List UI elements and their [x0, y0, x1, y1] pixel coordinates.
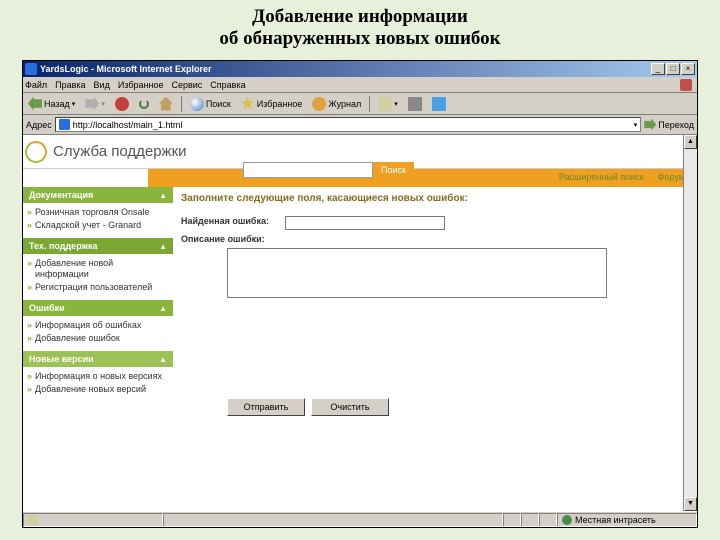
header-strip: Поиск Расширенный поиск Форум [23, 169, 697, 187]
sidebar-item[interactable]: »Информация об ошибках [27, 319, 169, 332]
chevron-up-icon: ▲ [159, 242, 167, 251]
print-button[interactable] [405, 96, 425, 112]
sidebar-header-docs[interactable]: Документация▲ [23, 187, 173, 203]
stop-button[interactable] [112, 96, 132, 112]
vertical-scrollbar[interactable]: ▲ ▼ [683, 135, 697, 511]
description-textarea[interactable] [227, 248, 607, 298]
back-arrow-icon [28, 97, 42, 111]
chevron-up-icon: ▲ [159, 304, 167, 313]
brand-icon [680, 79, 692, 91]
search-button[interactable]: Поиск [187, 96, 234, 112]
chevron-up-icon: ▲ [159, 355, 167, 364]
maximize-button[interactable]: □ [666, 63, 680, 75]
mail-button[interactable]: ▾ [375, 96, 401, 112]
sidebar-item[interactable]: »Информация о новых версиях [27, 370, 169, 383]
page-title: Служба поддержки [53, 143, 187, 160]
menu-file[interactable]: Файл [25, 80, 47, 90]
refresh-button[interactable] [136, 98, 152, 110]
status-bar: Местная интрасеть [23, 511, 697, 527]
address-label: Адрес [26, 120, 52, 130]
advanced-search-link[interactable]: Расширенный поиск [559, 172, 644, 182]
menu-view[interactable]: Вид [94, 80, 110, 90]
forward-button[interactable]: ▾ [82, 96, 108, 112]
submit-button[interactable]: Отправить [227, 398, 305, 416]
print-icon [408, 97, 422, 111]
refresh-icon [139, 99, 149, 109]
star-icon [241, 97, 255, 111]
menu-help[interactable]: Справка [210, 80, 245, 90]
status-page-icon [28, 515, 38, 525]
edit-button[interactable] [429, 96, 449, 112]
ie-icon [25, 63, 37, 75]
found-error-label: Найденная ошибка: [181, 216, 281, 226]
sidebar-item[interactable]: »Добавление новой информации [27, 257, 169, 281]
minimize-button[interactable]: _ [651, 63, 665, 75]
forward-arrow-icon [85, 97, 99, 111]
found-error-input[interactable] [285, 216, 445, 230]
close-button[interactable]: × [681, 63, 695, 75]
sidebar-item[interactable]: »Регистрация пользователей [27, 281, 169, 294]
zone-label: Местная интрасеть [575, 515, 656, 525]
sidebar-item[interactable]: »Складской учет - Granard [27, 219, 169, 232]
favorites-button[interactable]: Избранное [238, 96, 306, 112]
search-submit-button[interactable]: Поиск [373, 162, 414, 178]
sidebar-header-support[interactable]: Тех. поддержка▲ [23, 238, 173, 254]
stop-icon [115, 97, 129, 111]
sidebar-item[interactable]: »Добавление ошибок [27, 332, 169, 345]
history-icon [312, 97, 326, 111]
sidebar-item[interactable]: »Добавление новых версий [27, 383, 169, 396]
sidebar: Документация▲ »Розничная торговля Onsale… [23, 187, 173, 511]
address-bar: Адрес http://localhost/main_1.html ▾ Пер… [23, 115, 697, 135]
logo-icon [25, 141, 47, 163]
goto-arrow-icon [644, 119, 656, 131]
menu-edit[interactable]: Правка [55, 80, 85, 90]
toolbar: Назад▾ ▾ Поиск Избранное Журнал ▾ [23, 93, 697, 115]
page-icon [59, 119, 70, 130]
back-button[interactable]: Назад▾ [25, 96, 78, 112]
home-button[interactable] [156, 96, 176, 112]
address-input[interactable]: http://localhost/main_1.html ▾ [55, 117, 641, 132]
forum-link[interactable]: Форум [658, 172, 685, 182]
search-icon [190, 97, 204, 111]
zone-icon [562, 515, 572, 525]
menu-favorites[interactable]: Избранное [118, 80, 164, 90]
scroll-up-icon[interactable]: ▲ [684, 135, 697, 149]
description-label: Описание ошибки: [181, 234, 281, 244]
history-button[interactable]: Журнал [309, 96, 364, 112]
sidebar-header-versions[interactable]: Новые версии▲ [23, 351, 173, 367]
browser-window: YardsLogic - Microsoft Internet Explorer… [22, 60, 698, 528]
form-heading: Заполните следующие поля, касающиеся нов… [181, 191, 689, 214]
clear-button[interactable]: Очистить [311, 398, 389, 416]
edit-icon [432, 97, 446, 111]
main-panel: Заполните следующие поля, касающиеся нов… [173, 187, 697, 511]
home-icon [159, 97, 173, 111]
sidebar-header-errors[interactable]: Ошибки▲ [23, 300, 173, 316]
window-title: YardsLogic - Microsoft Internet Explorer [40, 64, 651, 74]
scroll-down-icon[interactable]: ▼ [684, 497, 697, 511]
mail-icon [378, 97, 392, 111]
search-input[interactable] [243, 162, 373, 178]
sidebar-item[interactable]: »Розничная торговля Onsale [27, 206, 169, 219]
menu-bar: Файл Правка Вид Избранное Сервис Справка [23, 77, 697, 93]
titlebar: YardsLogic - Microsoft Internet Explorer… [23, 61, 697, 77]
chevron-up-icon: ▲ [159, 191, 167, 200]
slide-title: Добавление информации об обнаруженных но… [0, 0, 720, 52]
menu-tools[interactable]: Сервис [171, 80, 202, 90]
page-content: Служба поддержки Поиск Расширенный поиск… [23, 135, 697, 511]
goto-button[interactable]: Переход [644, 119, 694, 131]
